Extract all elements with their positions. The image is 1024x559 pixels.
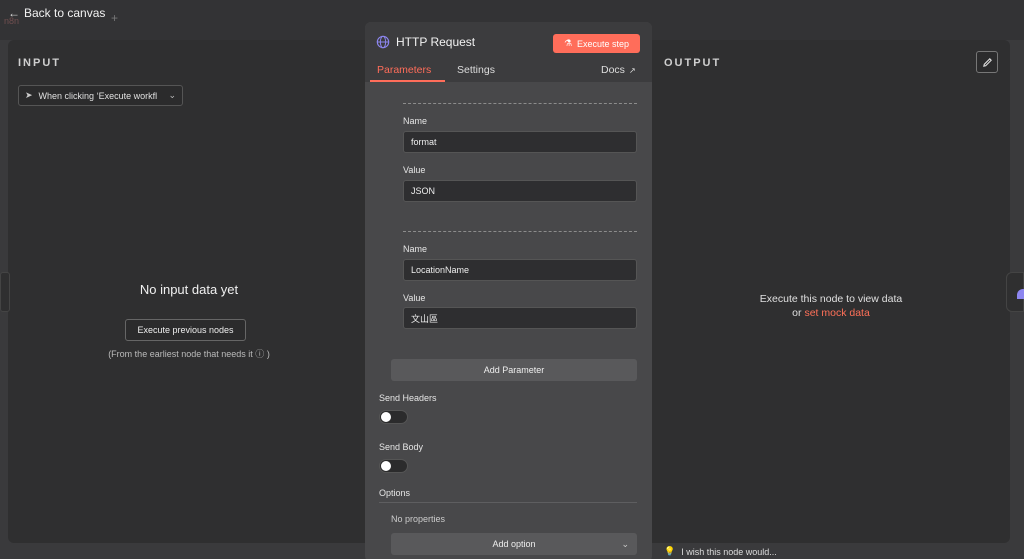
question-circle-icon[interactable]: ⓘ <box>255 349 264 359</box>
docs-link[interactable]: Docs ↗ <box>601 64 636 76</box>
node-title-text: HTTP Request <box>396 35 476 49</box>
input-panel: INPUT ➤ When clicking ‘Execute workfl ⌄ … <box>8 40 370 543</box>
back-to-canvas-link[interactable]: ← Back to canvas <box>8 6 105 20</box>
no-properties-text: No properties <box>391 514 446 524</box>
param-2-value-input[interactable]: 文山區 <box>403 307 637 329</box>
param-1-value-input[interactable]: JSON <box>403 180 637 202</box>
send-headers-label: Send Headers <box>379 393 437 403</box>
globe-icon <box>376 35 390 49</box>
output-heading: OUTPUT <box>664 57 722 69</box>
earliest-note-text: (From the earliest node that needs it <box>108 349 253 359</box>
param-2-value-label: Value <box>403 293 426 303</box>
edit-output-button[interactable] <box>976 51 998 73</box>
toggle-knob <box>381 461 391 471</box>
set-mock-data-link[interactable]: set mock data <box>804 307 869 319</box>
param-1-value-label: Value <box>403 165 426 175</box>
output-empty-message: Execute this node to view data or set mo… <box>652 292 1010 320</box>
tab-settings[interactable]: Settings <box>457 64 495 76</box>
chevron-down-icon: ⌄ <box>621 538 629 549</box>
input-heading: INPUT <box>18 57 61 69</box>
active-tab-indicator <box>370 80 445 82</box>
send-body-label: Send Body <box>379 442 424 452</box>
output-empty-line: Execute this node to view data <box>759 293 903 305</box>
tab-parameters[interactable]: Parameters <box>377 64 431 76</box>
flask-icon: ⚗ <box>563 38 573 48</box>
param-1-name-input[interactable]: format <box>403 131 637 153</box>
trigger-select-value: When clicking ‘Execute workfl <box>38 90 158 101</box>
send-body-toggle[interactable] <box>379 459 408 473</box>
add-option-dropdown[interactable]: Add option ⌄ <box>391 533 637 555</box>
options-label: Options <box>379 488 411 498</box>
docs-label: Docs <box>601 64 625 76</box>
chevron-down-icon: ⌄ <box>168 90 176 100</box>
earliest-node-note: (From the earliest node that needs it ⓘ … <box>8 347 370 360</box>
external-link-icon: ↗ <box>628 65 636 75</box>
back-to-canvas-label: Back to canvas <box>24 6 106 20</box>
node-title: HTTP Request <box>376 35 475 49</box>
parameter-divider <box>403 103 637 104</box>
param-2-name-input[interactable]: LocationName <box>403 259 637 281</box>
add-parameter-button[interactable]: Add Parameter <box>391 359 637 381</box>
toggle-knob <box>381 412 391 422</box>
param-1-name-label: Name <box>403 116 428 126</box>
output-panel: OUTPUT Execute this node to view data or… <box>652 40 1010 543</box>
node-settings-panel: HTTP Request ⚗ Execute step Parameters S… <box>365 22 652 559</box>
earliest-note-close-paren: ) <box>266 349 270 359</box>
no-input-title: No input data yet <box>139 282 239 297</box>
lightbulb-icon: 💡 <box>664 546 676 556</box>
feedback-bar[interactable]: 💡 I wish this node would... <box>664 546 777 557</box>
output-or-text: or <box>792 307 802 319</box>
add-option-label: Add option <box>492 539 536 549</box>
add-tab-icon[interactable]: + <box>111 11 118 25</box>
trigger-node-select[interactable]: ➤ When clicking ‘Execute workfl ⌄ <box>18 85 183 106</box>
node-header: HTTP Request ⚗ Execute step Parameters S… <box>365 22 652 82</box>
right-drag-handle[interactable] <box>1006 272 1024 312</box>
pencil-icon <box>982 57 992 67</box>
execute-step-button[interactable]: ⚗ Execute step <box>553 34 640 53</box>
execute-previous-nodes-button[interactable]: Execute previous nodes <box>125 319 246 341</box>
arrow-left-icon: ← <box>8 6 20 20</box>
execute-step-label: Execute step <box>577 38 630 49</box>
left-drag-handle[interactable] <box>0 272 10 312</box>
wish-label: I wish this node would... <box>681 546 777 557</box>
node-shape-icon <box>1017 289 1024 299</box>
send-headers-toggle[interactable] <box>379 410 408 424</box>
parameter-divider <box>403 231 637 232</box>
param-2-name-label: Name <box>403 244 428 254</box>
cursor-icon: ➤ <box>25 90 33 100</box>
options-divider <box>379 502 637 503</box>
